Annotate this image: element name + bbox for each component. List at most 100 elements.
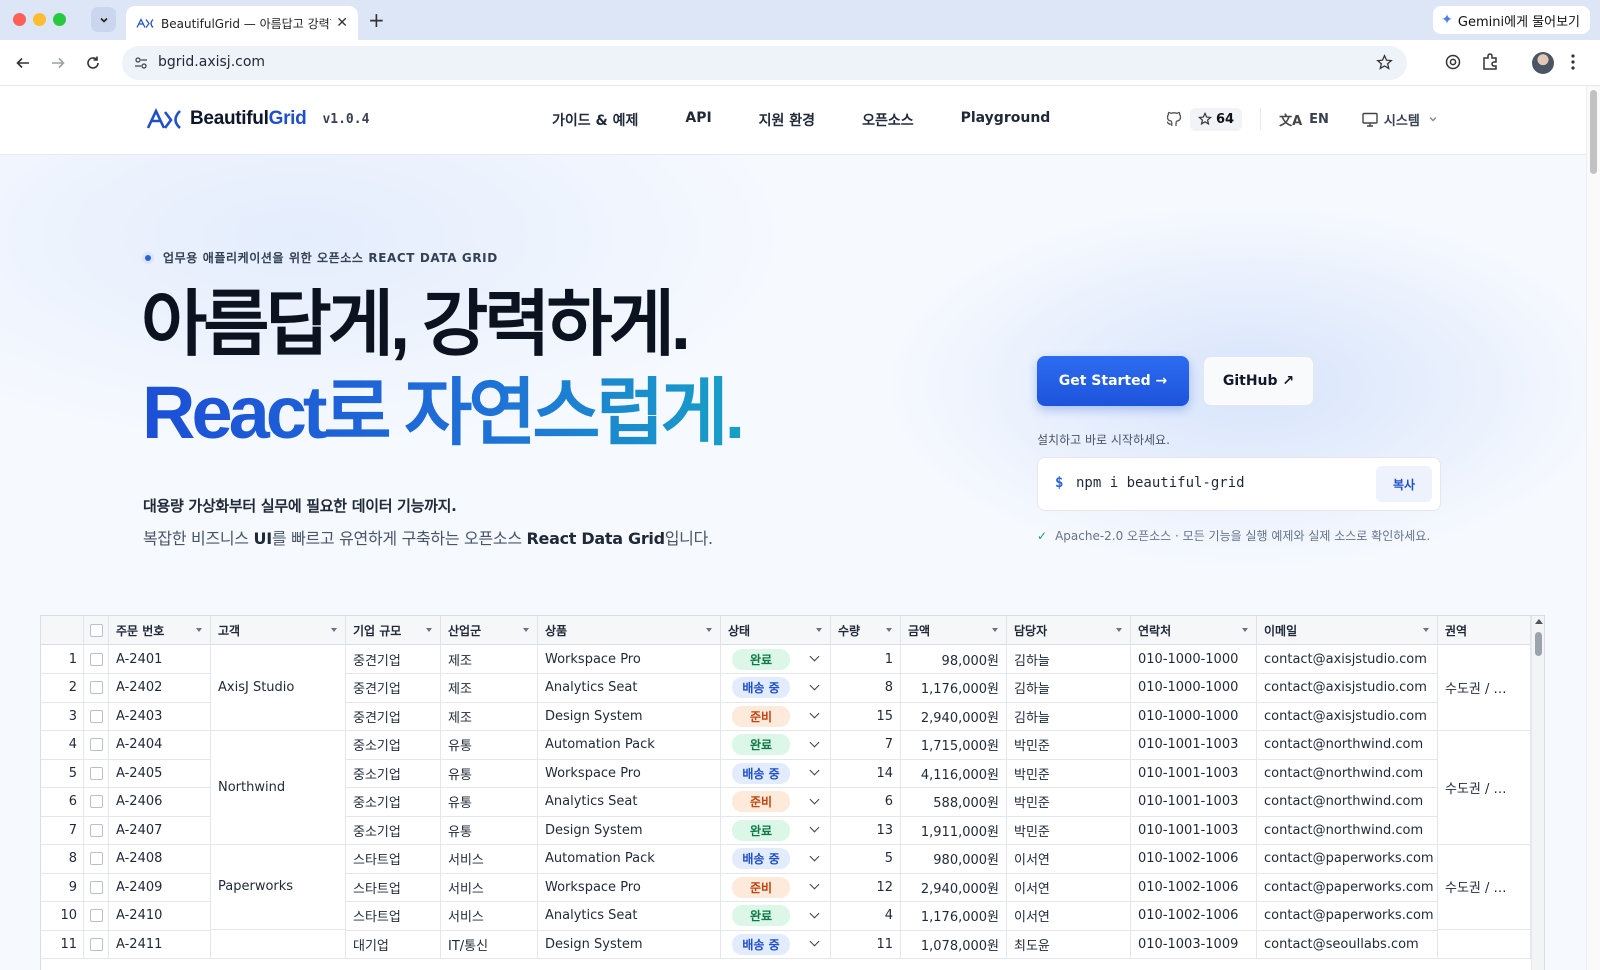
cell-product[interactable]: Workspace Pro: [538, 645, 721, 674]
cell-email[interactable]: contact@northwind.com: [1257, 759, 1438, 788]
cell-status[interactable]: 준비: [721, 787, 831, 817]
sort-caret-icon[interactable]: [426, 628, 432, 632]
github-stars[interactable]: 64: [1190, 107, 1243, 131]
chevron-down-icon[interactable]: [809, 794, 820, 804]
cell-industry[interactable]: 유통: [441, 730, 538, 760]
cell-email[interactable]: contact@paperworks.com: [1257, 901, 1438, 931]
row-checkbox[interactable]: [89, 681, 103, 694]
cell-quantity[interactable]: 1: [831, 645, 901, 674]
cell-company-size[interactable]: 스타트업: [346, 901, 441, 931]
column-header-product[interactable]: 상품: [538, 616, 721, 645]
cell-product[interactable]: Design System: [538, 930, 721, 959]
cell-row-select[interactable]: [84, 873, 109, 902]
cell-region-merged[interactable]: 수도권 / …: [1438, 844, 1531, 930]
cell-order-no[interactable]: A-2402: [109, 673, 211, 703]
cell-phone[interactable]: 010-1001-1003: [1131, 787, 1257, 817]
cell-email[interactable]: contact@axisjstudio.com: [1257, 673, 1438, 703]
cell-amount[interactable]: 2,940,000원: [901, 702, 1007, 731]
cell-manager[interactable]: 이서연: [1007, 844, 1131, 874]
column-header-amount[interactable]: 금액: [901, 616, 1007, 645]
cell-quantity[interactable]: 6: [831, 787, 901, 817]
cell-industry[interactable]: IT/통신: [441, 930, 538, 959]
cell-row-select[interactable]: [84, 901, 109, 931]
cell-status[interactable]: 완료: [721, 645, 831, 674]
cell-order-no[interactable]: A-2403: [109, 702, 211, 731]
row-checkbox[interactable]: [89, 738, 103, 751]
row-checkbox[interactable]: [89, 909, 103, 922]
cell-company-size[interactable]: 스타트업: [346, 844, 441, 874]
column-header-email[interactable]: 이메일: [1257, 616, 1438, 645]
nav-api[interactable]: API: [685, 110, 711, 130]
cell-manager[interactable]: 박민준: [1007, 816, 1131, 845]
row-checkbox[interactable]: [89, 823, 103, 837]
cell-quantity[interactable]: 13: [831, 816, 901, 845]
cell-order-no[interactable]: A-2406: [109, 787, 211, 817]
sort-caret-icon[interactable]: [992, 628, 998, 632]
cell-company-size[interactable]: 중소기업: [346, 787, 441, 817]
cell-email[interactable]: contact@northwind.com: [1257, 816, 1438, 845]
cell-order-no[interactable]: A-2401: [109, 645, 211, 674]
cell-manager[interactable]: 김하늘: [1007, 702, 1131, 731]
sort-caret-icon[interactable]: [523, 628, 529, 632]
select-all-checkbox[interactable]: [89, 624, 103, 637]
cell-order-no[interactable]: A-2410: [109, 901, 211, 931]
cell-quantity[interactable]: 8: [831, 673, 901, 703]
cell-quantity[interactable]: 14: [831, 759, 901, 788]
grid-scroll-thumb[interactable]: [1535, 632, 1542, 656]
cell-amount[interactable]: 1,715,000원: [901, 730, 1007, 760]
github-button[interactable]: GitHub ↗: [1203, 356, 1314, 406]
address-bar[interactable]: bgrid.axisj.com: [122, 46, 1407, 80]
sort-caret-icon[interactable]: [816, 628, 822, 632]
column-header-customer[interactable]: 고객: [211, 616, 346, 645]
site-settings-icon[interactable]: [134, 56, 148, 70]
cell-customer-merged[interactable]: AxisJ Studio: [211, 645, 346, 731]
row-checkbox[interactable]: [89, 709, 103, 723]
row-checkbox[interactable]: [89, 937, 103, 951]
back-button[interactable]: [13, 53, 33, 73]
cell-product[interactable]: Design System: [538, 816, 721, 845]
cell-status[interactable]: 완료: [721, 816, 831, 845]
cell-quantity[interactable]: 7: [831, 730, 901, 760]
cell-email[interactable]: contact@axisjstudio.com: [1257, 702, 1438, 731]
column-header-row-select[interactable]: [84, 616, 109, 645]
install-command[interactable]: npm i beautiful-grid: [1076, 475, 1245, 491]
sort-caret-icon[interactable]: [331, 628, 337, 632]
column-header-row-number[interactable]: [41, 616, 84, 645]
bookmark-star-icon[interactable]: [1376, 54, 1393, 71]
cell-status[interactable]: 배송 중: [721, 844, 831, 874]
cell-row-select[interactable]: [84, 787, 109, 817]
cell-industry[interactable]: 서비스: [441, 844, 538, 874]
brand-link[interactable]: BeautifulGrid v1.0.4: [146, 108, 369, 130]
tab-search-button[interactable]: [91, 7, 116, 32]
cell-phone[interactable]: 010-1000-1000: [1131, 645, 1257, 674]
cell-row-select[interactable]: [84, 759, 109, 788]
cell-phone[interactable]: 010-1003-1009: [1131, 930, 1257, 959]
row-checkbox[interactable]: [89, 795, 103, 808]
nav-playground[interactable]: Playground: [961, 110, 1051, 130]
cell-company-size[interactable]: 중견기업: [346, 645, 441, 674]
language-toggle[interactable]: 文A EN: [1279, 110, 1329, 129]
cell-company-size[interactable]: 중소기업: [346, 816, 441, 845]
cell-industry[interactable]: 유통: [441, 787, 538, 817]
cell-phone[interactable]: 010-1000-1000: [1131, 702, 1257, 731]
cell-amount[interactable]: 98,000원: [901, 645, 1007, 674]
cell-quantity[interactable]: 11: [831, 930, 901, 959]
nav-support[interactable]: 지원 환경: [759, 110, 815, 130]
cell-product[interactable]: Automation Pack: [538, 730, 721, 760]
cell-order-no[interactable]: A-2411: [109, 930, 211, 959]
cell-phone[interactable]: 010-1001-1003: [1131, 759, 1257, 788]
cell-email[interactable]: contact@paperworks.com: [1257, 873, 1438, 902]
cell-email[interactable]: contact@northwind.com: [1257, 730, 1438, 760]
cell-manager[interactable]: 김하늘: [1007, 673, 1131, 703]
chevron-down-icon[interactable]: [809, 680, 820, 690]
cell-quantity[interactable]: 12: [831, 873, 901, 902]
cell-order-no[interactable]: A-2408: [109, 844, 211, 874]
row-checkbox[interactable]: [89, 880, 103, 894]
cell-manager[interactable]: 이서연: [1007, 873, 1131, 902]
column-header-phone[interactable]: 연락처: [1131, 616, 1257, 645]
cell-region-merged[interactable]: 수도권 / …: [1438, 730, 1531, 845]
page-scrollbar[interactable]: [1586, 86, 1600, 970]
cell-row-select[interactable]: [84, 930, 109, 959]
chevron-down-icon[interactable]: [809, 651, 820, 662]
column-header-manager[interactable]: 담당자: [1007, 616, 1131, 645]
